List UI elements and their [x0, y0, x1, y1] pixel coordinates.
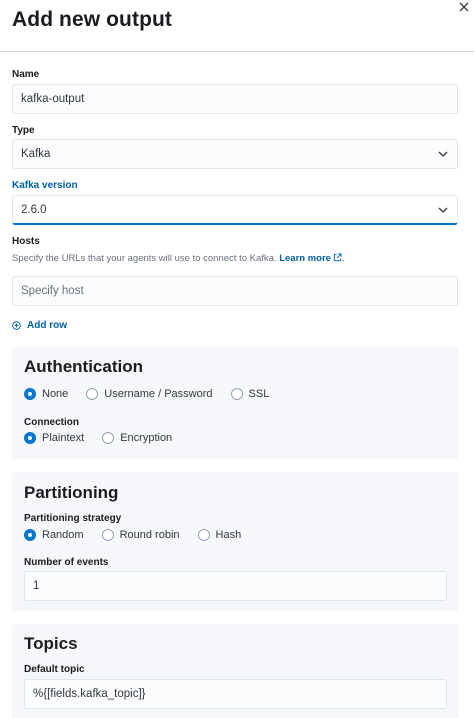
- flyout-title: Add new output: [12, 8, 173, 31]
- partitioning-title: Partitioning: [24, 483, 119, 502]
- partition-round-robin-radio[interactable]: Round robin: [101, 529, 180, 541]
- topics-title: Topics: [24, 634, 78, 653]
- topics-panel: Topics Default topic %{[fields.kafka_top…: [12, 624, 459, 718]
- chevron-down-icon: [438, 207, 448, 213]
- flyout-header: Add new output: [0, 0, 474, 52]
- authentication-radio-group: None Username / Password SSL: [24, 388, 287, 400]
- kafka-version-label: Kafka version: [12, 180, 78, 191]
- partition-random-label: Random: [42, 529, 84, 541]
- default-topic-label: Default topic: [24, 664, 85, 675]
- auth-username-password-radio[interactable]: Username / Password: [86, 388, 213, 400]
- external-link-icon: [333, 253, 342, 262]
- close-icon: [459, 2, 469, 12]
- plus-circle-icon: [12, 321, 21, 330]
- chevron-down-icon: [438, 151, 448, 157]
- hosts-help-text: Specify the URLs that your agents will u…: [12, 253, 345, 264]
- radio-unchecked-icon: [102, 432, 115, 444]
- type-label: Type: [12, 125, 35, 136]
- auth-none-label: None: [42, 388, 69, 400]
- radio-checked-icon: [24, 388, 36, 400]
- kafka-version-value: 2.6.0: [21, 203, 47, 216]
- number-of-events-input[interactable]: 1: [24, 571, 447, 601]
- name-label: Name: [12, 69, 40, 80]
- radio-unchecked-icon: [197, 529, 210, 541]
- authentication-title: Authentication: [24, 357, 143, 376]
- close-button[interactable]: [458, 0, 472, 14]
- kafka-version-select[interactable]: 2.6.0: [12, 195, 458, 225]
- connection-label: Connection: [24, 417, 79, 428]
- radio-unchecked-icon: [86, 388, 99, 400]
- connection-encryption-label: Encryption: [120, 432, 173, 444]
- partitioning-panel: Partitioning Partitioning strategy Rando…: [12, 472, 459, 611]
- partition-round-robin-label: Round robin: [119, 529, 180, 541]
- type-select-value: Kafka: [21, 148, 51, 160]
- connection-plaintext-label: Plaintext: [42, 432, 85, 444]
- radio-checked-icon: [24, 432, 36, 444]
- partitioning-radio-group: Random Round robin Hash: [24, 529, 259, 541]
- name-input[interactable]: kafka-output: [12, 84, 458, 114]
- hosts-label: Hosts: [12, 236, 40, 247]
- connection-plaintext-radio[interactable]: Plaintext: [24, 432, 84, 444]
- learn-more-link[interactable]: Learn more: [279, 253, 342, 264]
- learn-more-label: Learn more: [279, 253, 331, 264]
- add-row-button[interactable]: Add row: [12, 320, 67, 331]
- default-topic-input[interactable]: %{[fields.kafka_topic]}: [24, 679, 447, 709]
- host-input[interactable]: Specify host: [12, 276, 458, 306]
- auth-none-radio[interactable]: None: [24, 388, 68, 400]
- number-of-events-label: Number of events: [24, 557, 109, 568]
- partition-hash-radio[interactable]: Hash: [197, 529, 242, 541]
- hosts-help-period: .: [341, 253, 345, 264]
- hosts-help-description: Specify the URLs that your agents will u…: [12, 253, 277, 264]
- authentication-panel: Authentication None Username / Password …: [12, 347, 459, 459]
- radio-unchecked-icon: [101, 529, 114, 541]
- partition-hash-label: Hash: [215, 529, 242, 541]
- connection-radio-group: Plaintext Encryption: [24, 432, 190, 444]
- add-row-label: Add row: [27, 320, 67, 331]
- partition-random-radio[interactable]: Random: [24, 529, 84, 541]
- radio-checked-icon: [24, 529, 36, 541]
- connection-encryption-radio[interactable]: Encryption: [102, 432, 172, 444]
- partitioning-strategy-label: Partitioning strategy: [24, 513, 122, 524]
- auth-ssl-radio[interactable]: SSL: [230, 388, 270, 400]
- auth-ssl-label: SSL: [248, 388, 270, 400]
- auth-username-password-label: Username / Password: [104, 388, 213, 400]
- radio-unchecked-icon: [230, 388, 243, 400]
- type-select[interactable]: Kafka: [12, 139, 458, 169]
